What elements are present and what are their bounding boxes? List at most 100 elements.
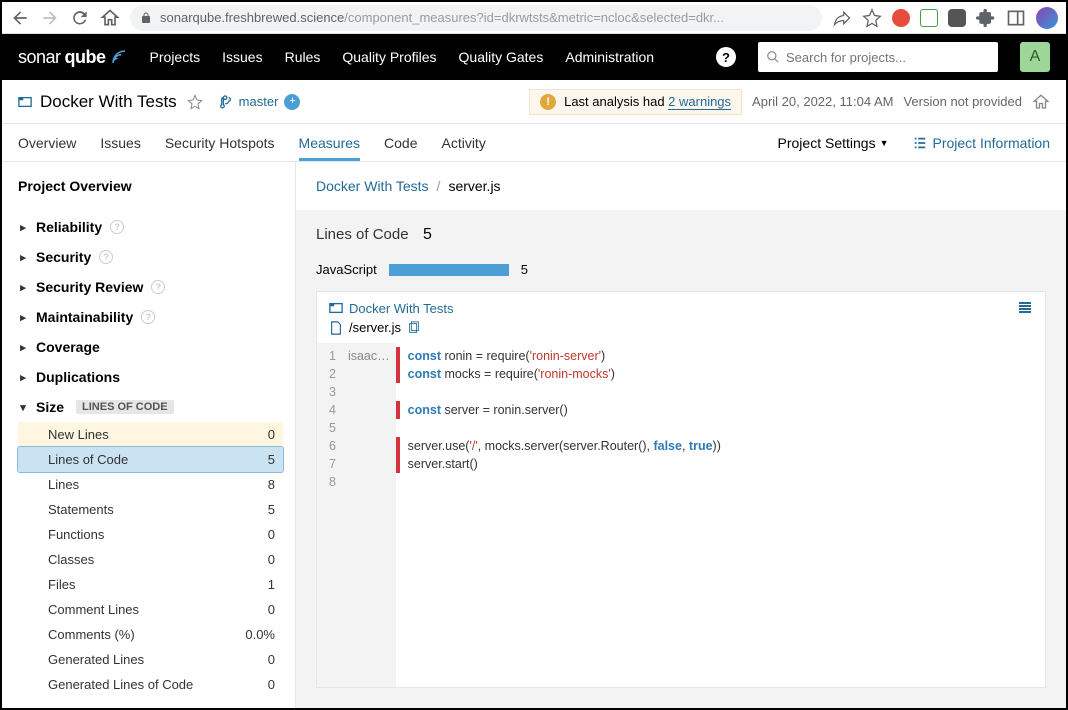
lock-icon — [140, 12, 152, 24]
warning-icon: ! — [540, 94, 556, 110]
panel-crumb-project[interactable]: Docker With Tests — [349, 301, 454, 316]
metric-value: 5 — [423, 226, 432, 243]
main-content: Project Overview ▸Reliability ?▸Security… — [2, 162, 1066, 708]
nav-issues[interactable]: Issues — [222, 49, 262, 65]
tab-activity[interactable]: Activity — [441, 125, 485, 161]
project-icon — [18, 95, 32, 109]
ext-icon[interactable] — [892, 9, 910, 27]
code-lines: const ronin = require('ronin-server')con… — [400, 343, 729, 687]
forward-icon[interactable] — [40, 8, 60, 28]
sidebar-cat-reliability[interactable]: ▸Reliability ? — [18, 212, 283, 242]
sidebar-leaf-new-lines[interactable]: New Lines0 — [18, 422, 283, 447]
sidebar-leaf-lines[interactable]: Lines8 — [18, 472, 283, 497]
sidebar-leaf-statements[interactable]: Statements5 — [18, 497, 283, 522]
sidebar-leaf-generated-lines[interactable]: Generated Lines0 — [18, 647, 283, 672]
nav-quality-profiles[interactable]: Quality Profiles — [342, 49, 436, 65]
sidebar-cat-coverage[interactable]: ▸Coverage — [18, 332, 283, 362]
browser-toolbar: sonarqube.freshbrewed.science/component_… — [2, 2, 1066, 34]
sidebar-cat-security-review[interactable]: ▸Security Review ? — [18, 272, 283, 302]
logo[interactable]: sonarqube — [18, 47, 128, 68]
sidebar-leaf-comments-[interactable]: Comments (%)0.0% — [18, 622, 283, 647]
url-host: sonarqube.freshbrewed.science — [160, 10, 344, 25]
url-bar[interactable]: sonarqube.freshbrewed.science/component_… — [130, 5, 822, 31]
main-nav: sonarqube Projects Issues Rules Quality … — [2, 34, 1066, 80]
extensions-icon[interactable] — [976, 8, 996, 28]
language-row: JavaScript 5 — [296, 252, 1066, 291]
tab-overview[interactable]: Overview — [18, 125, 76, 161]
search-box[interactable] — [758, 42, 998, 72]
search-input[interactable] — [786, 50, 990, 65]
ext-icon[interactable] — [920, 9, 938, 27]
project-information-link[interactable]: Project Information — [913, 135, 1051, 151]
sidebar-cat-duplications[interactable]: ▸Duplications — [18, 362, 283, 392]
tab-security-hotspots[interactable]: Security Hotspots — [165, 125, 275, 161]
panel-icon[interactable] — [1006, 8, 1026, 28]
language-value: 5 — [521, 262, 528, 277]
branch-selector[interactable]: master + — [219, 94, 301, 110]
help-icon[interactable]: ? — [716, 47, 736, 67]
crumb-project[interactable]: Docker With Tests — [316, 178, 429, 194]
extension-icons — [892, 7, 1058, 29]
sidebar-leaf-functions[interactable]: Functions0 — [18, 522, 283, 547]
list-icon — [913, 136, 927, 150]
tab-issues[interactable]: Issues — [100, 125, 140, 161]
chevron-right-icon: ▸ — [18, 221, 28, 234]
chevron-right-icon: ▸ — [18, 341, 28, 354]
reload-icon[interactable] — [70, 8, 90, 28]
sidebar-leaf-lines-of-code[interactable]: Lines of Code5 — [18, 447, 283, 472]
measure-content: Docker With Tests / server.js Lines of C… — [296, 162, 1066, 708]
sidebar-leaf-generated-lines-of-code[interactable]: Generated Lines of Code0 — [18, 672, 283, 697]
warnings-link[interactable]: 2 warnings — [668, 94, 731, 110]
back-icon[interactable] — [10, 8, 30, 28]
info-icon: ? — [151, 280, 165, 294]
add-branch-icon[interactable]: + — [284, 94, 300, 110]
info-icon: ? — [141, 310, 155, 324]
tab-code[interactable]: Code — [384, 125, 417, 161]
project-settings-menu[interactable]: Project Settings ▼ — [778, 135, 889, 151]
share-icon[interactable] — [832, 8, 852, 28]
size-badge: LINES OF CODE — [76, 400, 174, 414]
info-icon: ? — [110, 220, 124, 234]
blame-column: isaac… — [342, 343, 396, 687]
chevron-right-icon: ▸ — [18, 311, 28, 324]
info-icon: ? — [99, 250, 113, 264]
nav-rules[interactable]: Rules — [285, 49, 321, 65]
favorite-icon[interactable] — [187, 94, 203, 110]
sidebar-cat-security[interactable]: ▸Security ? — [18, 242, 283, 272]
version-text: Version not provided — [903, 94, 1022, 109]
user-menu[interactable]: A — [1020, 42, 1050, 72]
sidebar-leaf-files[interactable]: Files1 — [18, 572, 283, 597]
project-icon — [329, 301, 343, 315]
search-icon — [766, 50, 780, 64]
nav-quality-gates[interactable]: Quality Gates — [459, 49, 544, 65]
copy-icon[interactable] — [407, 321, 421, 335]
profile-avatar[interactable] — [1036, 7, 1058, 29]
chevron-down-icon: ▾ — [18, 401, 28, 414]
panel-file: /server.js — [349, 320, 401, 335]
branch-icon — [219, 95, 233, 109]
metric-label: Lines of Code — [316, 226, 409, 243]
nav-administration[interactable]: Administration — [565, 49, 654, 65]
sidebar-title: Project Overview — [18, 178, 283, 194]
line-numbers: 12345678 — [317, 343, 342, 687]
sidebar-leaf-classes[interactable]: Classes0 — [18, 547, 283, 572]
sidebar-cat-size[interactable]: ▾ Size LINES OF CODE — [18, 392, 283, 422]
star-icon[interactable] — [862, 8, 882, 28]
project-title: Docker With Tests — [18, 92, 177, 112]
project-header: Docker With Tests master + ! Last analys… — [2, 80, 1066, 124]
breadcrumb: Docker With Tests / server.js — [296, 162, 1066, 210]
view-list-icon[interactable] — [1017, 300, 1033, 316]
project-tabs: Overview Issues Security Hotspots Measur… — [2, 124, 1066, 162]
analysis-warning: ! Last analysis had 2 warnings — [529, 89, 742, 115]
tab-measures[interactable]: Measures — [299, 125, 360, 161]
language-name: JavaScript — [316, 262, 377, 277]
sidebar-leaf-comment-lines[interactable]: Comment Lines0 — [18, 597, 283, 622]
code-body: 12345678 isaac… const ronin = require('r… — [317, 343, 1045, 687]
ext-icon[interactable] — [948, 9, 966, 27]
chevron-right-icon: ▸ — [18, 371, 28, 384]
homepage-icon[interactable] — [1032, 93, 1050, 111]
file-icon — [329, 321, 343, 335]
sidebar-cat-maintainability[interactable]: ▸Maintainability ? — [18, 302, 283, 332]
nav-projects[interactable]: Projects — [150, 49, 201, 65]
home-icon[interactable] — [100, 8, 120, 28]
